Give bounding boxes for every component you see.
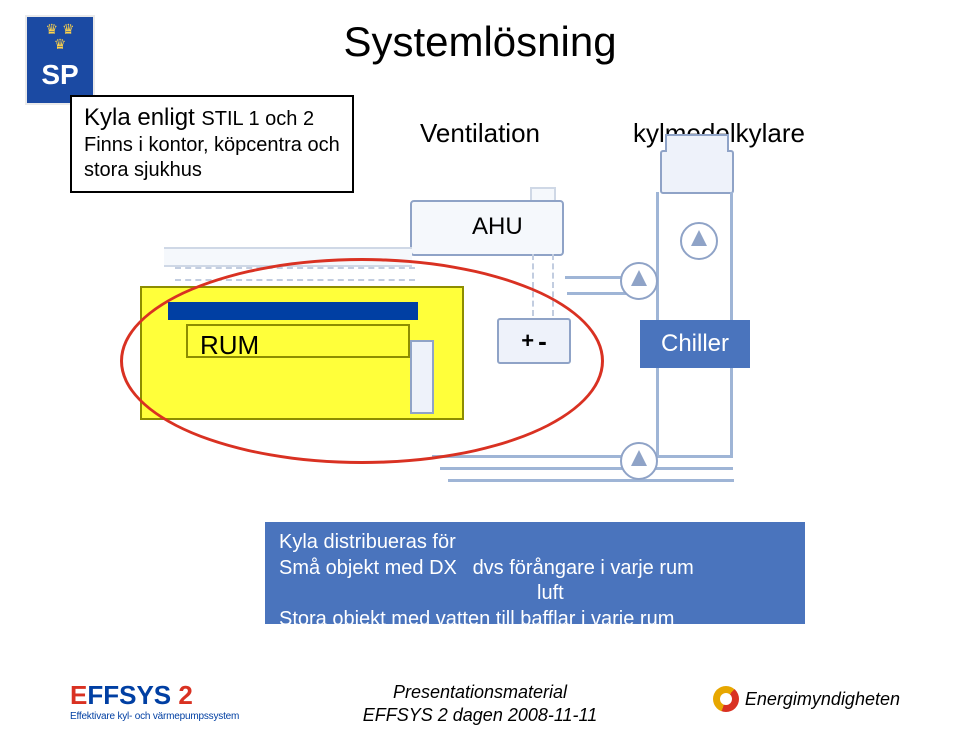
conclusion-line1: Kyla distribueras för [279, 530, 791, 556]
energimyndigheten-logo: Energimyndigheten [713, 686, 900, 712]
chiller-box: Chiller [640, 320, 750, 368]
pipe [448, 479, 734, 482]
supply-duct [164, 247, 412, 267]
pipe [656, 368, 659, 458]
conclusion-line3: Stora objekt med vatten till bafflar i v… [279, 607, 791, 633]
pipe [440, 467, 733, 470]
pipe [730, 192, 733, 320]
page-title: Systemlösning [0, 18, 960, 66]
fan-coil-unit: + - [497, 318, 571, 364]
pump-icon [620, 442, 658, 480]
pipe [730, 368, 733, 458]
drycooler-unit [660, 150, 734, 194]
conclusion-line2-right: dvs förångare i varje rum [473, 557, 694, 579]
ventilation-label: Ventilation [420, 118, 540, 149]
pipe [656, 192, 659, 320]
conclusion-line2-left: Små objekt med DX [279, 556, 467, 582]
room-side-unit [410, 340, 434, 414]
return-duct [175, 267, 415, 281]
pump-icon [680, 222, 718, 260]
note-line1-prefix: Kyla enligt [84, 104, 201, 131]
conclusion-box: Kyla distribueras för Små objekt med DX … [265, 522, 805, 624]
context-note: Kyla enligt STIL 1 och 2 Finns i kontor,… [70, 95, 354, 193]
room-baffle [168, 302, 418, 320]
ahu-label: AHU [472, 213, 523, 241]
note-line1-suffix: STIL 1 och 2 [201, 108, 314, 130]
note-line3: stora sjukhus [84, 158, 340, 183]
swirl-icon [713, 686, 739, 712]
room-label: RUM [200, 330, 259, 361]
note-line2: Finns i kontor, köpcentra och [84, 133, 340, 158]
plus-icon: + [521, 328, 534, 354]
pump-icon [620, 262, 658, 300]
ahu-drop-duct [532, 254, 554, 316]
energimyndigheten-text: Energimyndigheten [745, 689, 900, 710]
pipe [432, 455, 732, 458]
conclusion-line2b: luft [537, 582, 564, 604]
